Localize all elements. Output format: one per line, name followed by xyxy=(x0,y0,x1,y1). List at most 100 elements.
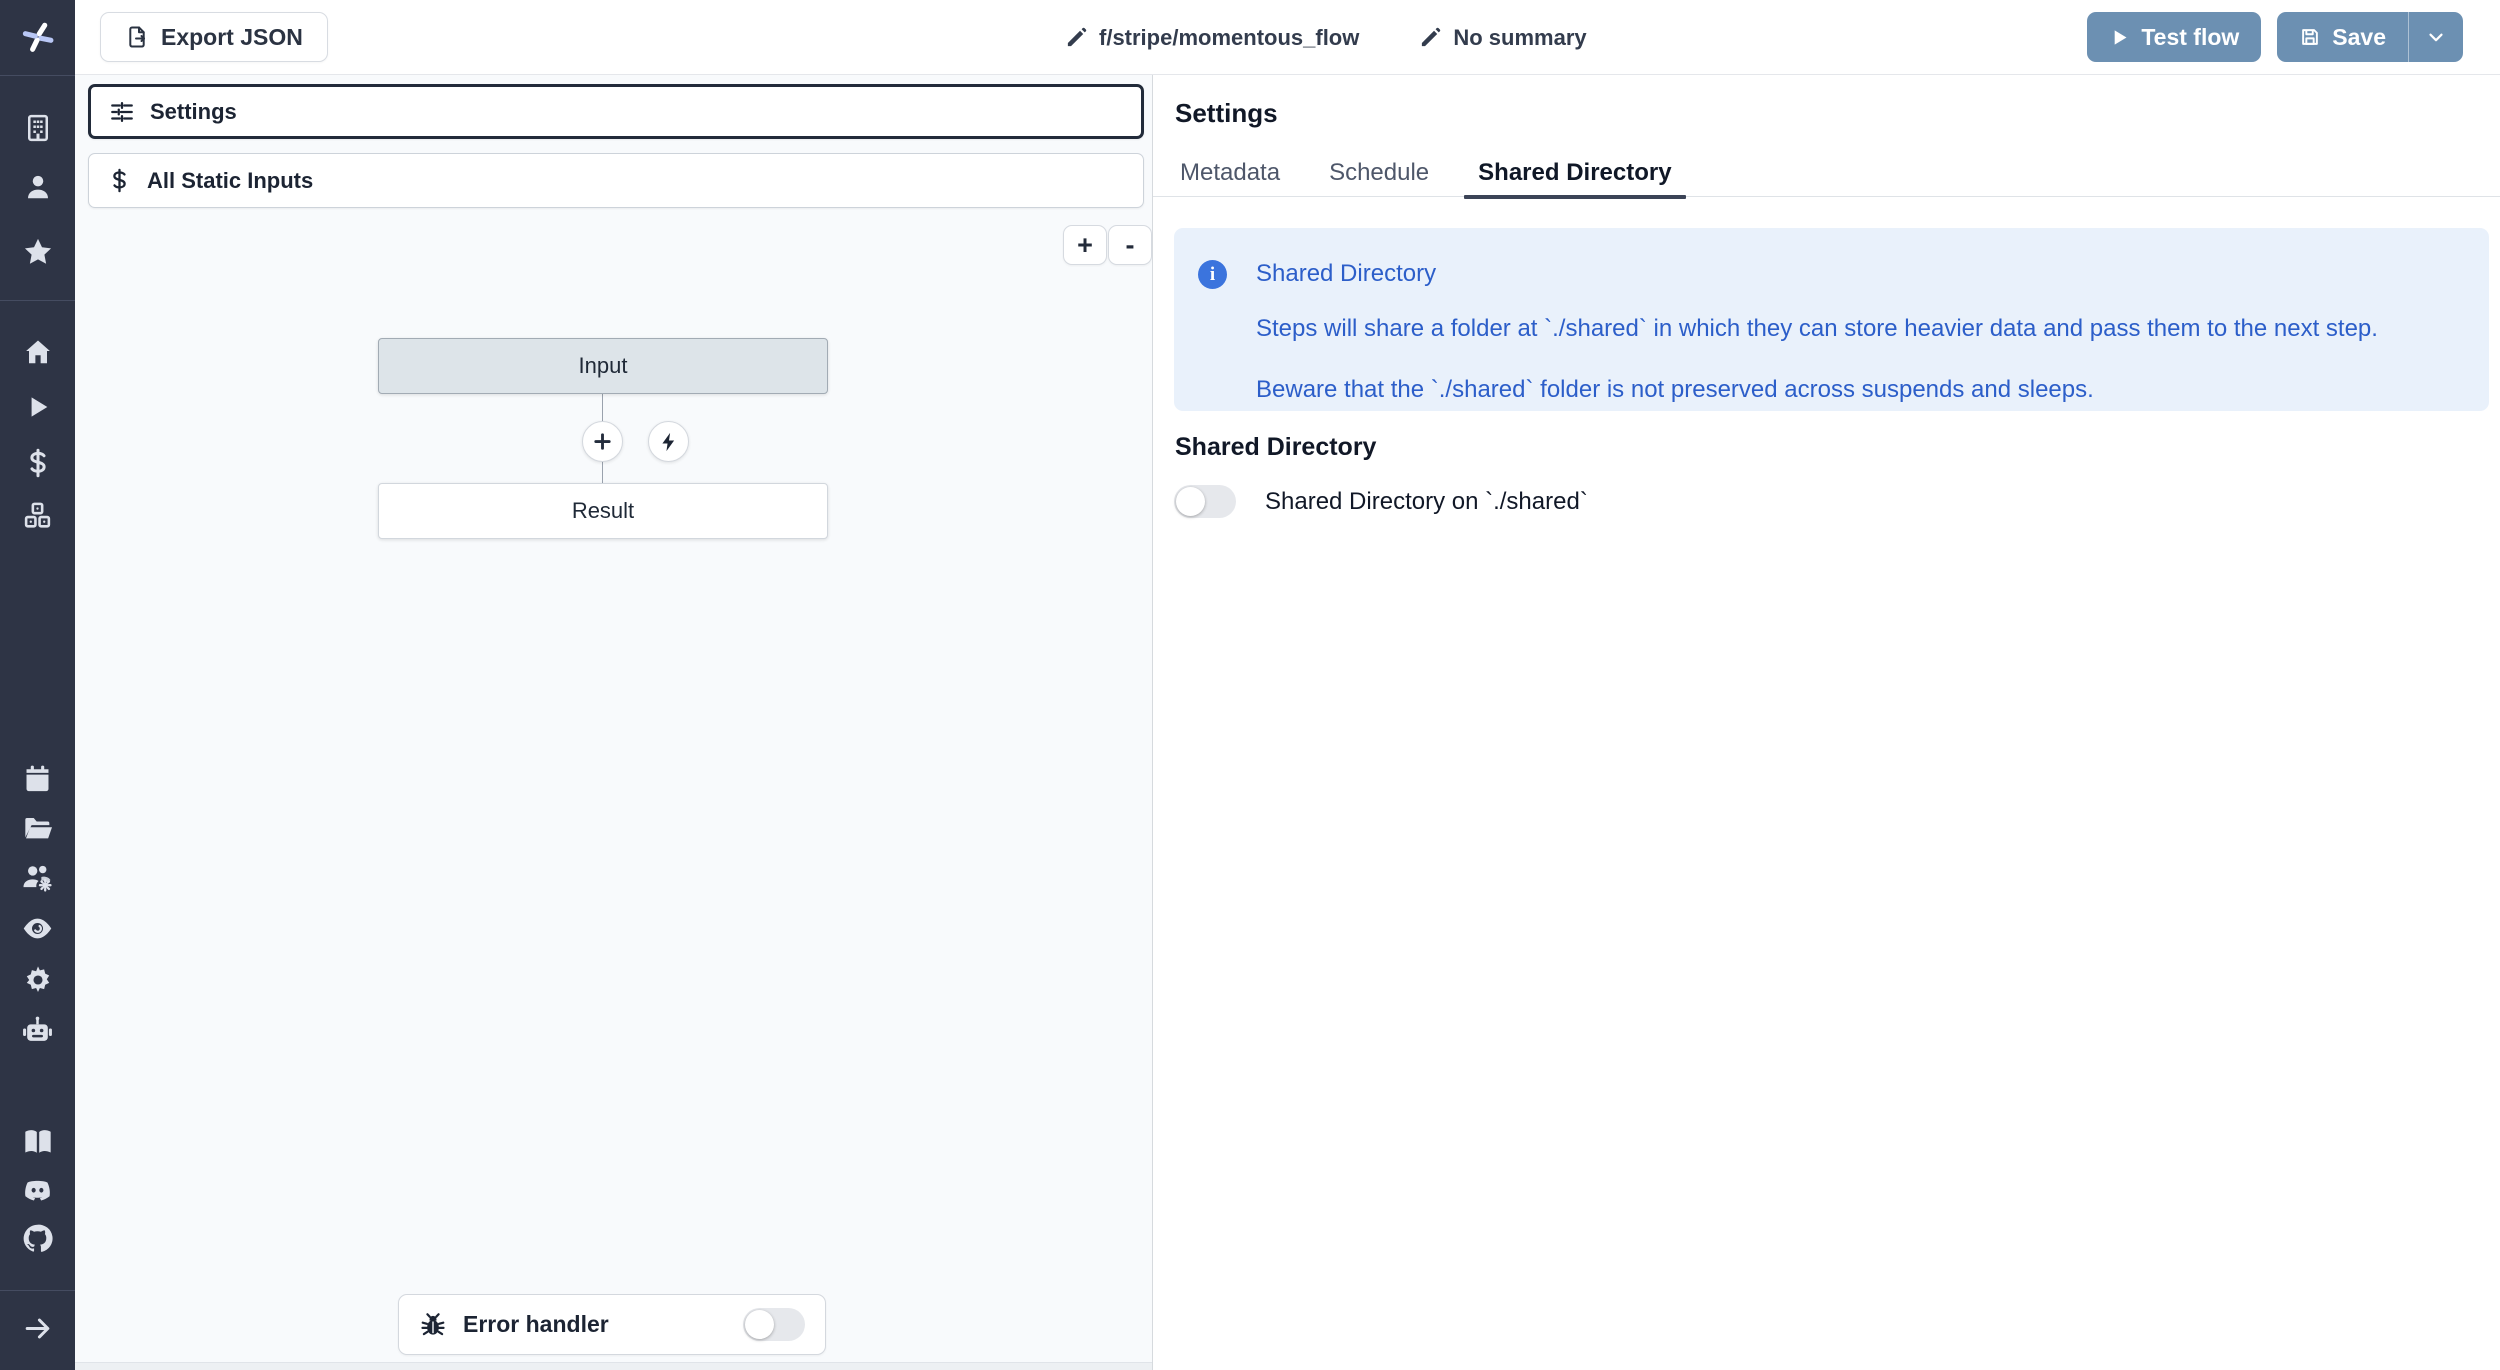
flow-settings-label: Settings xyxy=(150,99,237,125)
calendar-icon xyxy=(22,763,53,794)
add-step-button[interactable] xyxy=(582,421,623,462)
topbar: Export JSON f/stripe/momentous_flow No s… xyxy=(75,0,2500,75)
sidebar xyxy=(0,0,75,1370)
info-title: Shared Directory xyxy=(1256,260,1436,288)
sidebar-divider xyxy=(0,75,75,76)
flow-path: f/stripe/momentous_flow xyxy=(1099,25,1359,51)
tab-schedule[interactable]: Schedule xyxy=(1315,149,1443,197)
tab-shared-directory[interactable]: Shared Directory xyxy=(1464,149,1685,197)
sidebar-item-github[interactable] xyxy=(0,1212,75,1264)
cubes-icon xyxy=(22,500,53,531)
book-icon xyxy=(22,1126,54,1158)
flow-summary-edit[interactable]: No summary xyxy=(1419,25,1586,51)
play-icon xyxy=(2109,27,2130,48)
input-node-label: Input xyxy=(579,353,628,379)
flow-settings-box[interactable]: Settings xyxy=(88,84,1144,139)
save-icon xyxy=(2299,26,2321,48)
shared-directory-toggle-row: Shared Directory on `./shared` xyxy=(1174,485,1588,518)
flow-title-group: f/stripe/momentous_flow No summary xyxy=(1065,0,1587,75)
export-json-label: Export JSON xyxy=(161,24,303,51)
sidebar-item-runs[interactable] xyxy=(0,381,75,433)
sidebar-item-user[interactable] xyxy=(0,161,75,213)
plus-glyph: + xyxy=(1077,232,1093,259)
pencil-icon xyxy=(1419,26,1442,49)
test-flow-button[interactable]: Test flow xyxy=(2087,12,2261,62)
sidebar-item-folders[interactable] xyxy=(0,802,75,854)
save-dropdown-button[interactable] xyxy=(2408,12,2463,62)
windmill-flow-editor: Export JSON f/stripe/momentous_flow No s… xyxy=(0,0,2500,1370)
pencil-icon xyxy=(1065,26,1088,49)
sidebar-item-schedules[interactable] xyxy=(0,752,75,804)
test-flow-label: Test flow xyxy=(2141,24,2239,51)
sidebar-expand-button[interactable] xyxy=(0,1302,75,1354)
dollar-icon xyxy=(107,168,132,193)
error-handler-box[interactable]: Error handler xyxy=(398,1294,826,1355)
save-split-button: Save xyxy=(2277,12,2463,62)
all-static-inputs-label: All Static Inputs xyxy=(147,168,313,194)
error-handler-toggle[interactable] xyxy=(743,1308,805,1341)
chevron-down-icon xyxy=(2425,26,2447,48)
settings-panel: Settings Metadata Schedule Shared Direct… xyxy=(1152,75,2500,1370)
sidebar-item-favorites[interactable] xyxy=(0,226,75,278)
sidebar-item-settings[interactable] xyxy=(0,954,75,1006)
input-node[interactable]: Input xyxy=(378,338,828,394)
windmill-logo[interactable] xyxy=(0,11,75,63)
sidebar-divider xyxy=(0,300,75,301)
flow-editor-panel: Settings All Static Inputs + - Input xyxy=(75,75,1152,1370)
user-icon xyxy=(23,172,53,202)
export-json-button[interactable]: Export JSON xyxy=(100,12,328,62)
topbar-actions: Test flow Save xyxy=(2087,12,2463,62)
sidebar-item-resources[interactable] xyxy=(0,489,75,541)
canvas-bottom-strip xyxy=(75,1362,1152,1370)
gear-icon xyxy=(22,964,54,996)
file-export-icon xyxy=(125,25,149,49)
add-trigger-button[interactable] xyxy=(648,421,689,462)
pinwheel-icon xyxy=(20,19,56,55)
info-line-2: Beware that the `./shared` folder is not… xyxy=(1256,376,2094,404)
info-line-1: Steps will share a folder at `./shared` … xyxy=(1256,315,2378,343)
toggle-knob xyxy=(1176,487,1205,516)
flow-summary: No summary xyxy=(1453,25,1586,51)
tab-label: Schedule xyxy=(1329,159,1429,187)
shared-directory-toggle-label: Shared Directory on `./shared` xyxy=(1265,488,1588,516)
sidebar-item-discord[interactable] xyxy=(0,1164,75,1216)
users-gear-icon xyxy=(21,861,54,894)
zoom-out-button[interactable]: - xyxy=(1108,225,1152,265)
shared-directory-info-box: i Shared Directory Steps will share a fo… xyxy=(1174,228,2489,411)
info-icon: i xyxy=(1198,260,1227,289)
save-button[interactable]: Save xyxy=(2277,12,2408,62)
result-node[interactable]: Result xyxy=(378,483,828,539)
shared-directory-section-title: Shared Directory xyxy=(1175,433,1376,462)
bolt-icon xyxy=(658,431,680,453)
save-label: Save xyxy=(2332,24,2386,51)
plus-icon xyxy=(591,430,614,453)
github-icon xyxy=(21,1222,54,1255)
sliders-icon xyxy=(109,99,135,125)
all-static-inputs-box[interactable]: All Static Inputs xyxy=(88,153,1144,208)
shared-directory-toggle[interactable] xyxy=(1174,485,1236,518)
minus-glyph: - xyxy=(1126,232,1135,259)
sidebar-item-groups[interactable] xyxy=(0,851,75,903)
sidebar-divider xyxy=(0,1290,75,1291)
sidebar-item-home[interactable] xyxy=(0,326,75,378)
home-icon xyxy=(23,337,53,367)
settings-tabs: Metadata Schedule Shared Directory xyxy=(1153,149,2500,197)
sidebar-item-docs[interactable] xyxy=(0,1116,75,1168)
result-node-label: Result xyxy=(572,498,634,524)
toggle-knob xyxy=(745,1310,774,1339)
folder-icon xyxy=(22,812,54,844)
flow-path-edit[interactable]: f/stripe/momentous_flow xyxy=(1065,25,1359,51)
tab-label: Shared Directory xyxy=(1478,159,1671,187)
eye-icon xyxy=(21,912,54,945)
sidebar-item-audit-logs[interactable] xyxy=(0,902,75,954)
robot-icon xyxy=(21,1014,54,1047)
dollar-icon xyxy=(23,448,53,478)
tab-metadata[interactable]: Metadata xyxy=(1166,149,1294,197)
star-icon xyxy=(22,236,54,268)
arrow-right-icon xyxy=(22,1313,53,1344)
zoom-in-button[interactable]: + xyxy=(1063,225,1107,265)
tab-label: Metadata xyxy=(1180,159,1280,187)
sidebar-item-workspace[interactable] xyxy=(0,102,75,154)
sidebar-item-workers[interactable] xyxy=(0,1004,75,1056)
sidebar-item-variables[interactable] xyxy=(0,437,75,489)
